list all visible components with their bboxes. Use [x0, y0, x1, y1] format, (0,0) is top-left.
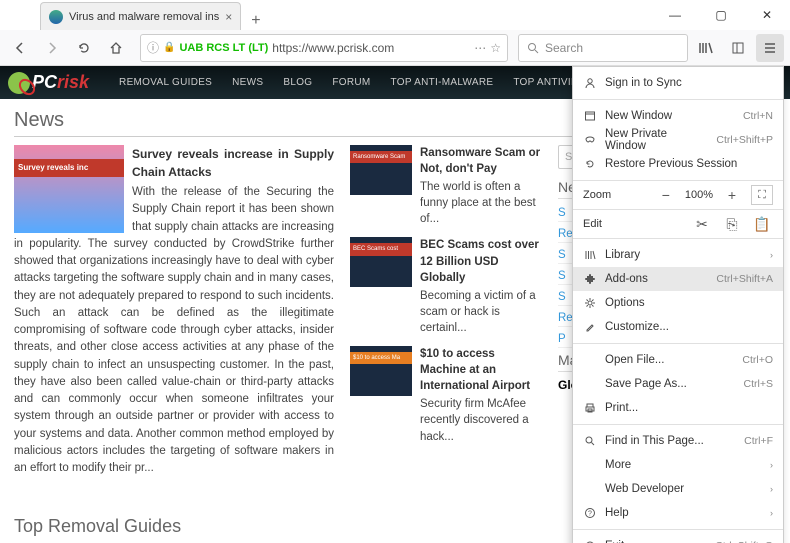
menu-new-window[interactable]: New Window Ctrl+N [573, 104, 783, 128]
info-icon[interactable]: ⓘ [147, 39, 159, 56]
nav-forum[interactable]: FORUM [322, 77, 380, 88]
paste-button[interactable]: 📋 [751, 214, 773, 234]
menu-exit[interactable]: Exit Ctrl+Shift+Q [573, 534, 783, 543]
nav-anti-malware[interactable]: TOP ANTI-MALWARE [381, 77, 504, 88]
library-button[interactable] [692, 34, 720, 62]
restore-icon [583, 157, 597, 171]
menu-options[interactable]: Options [573, 291, 783, 315]
menu-more[interactable]: More › [573, 453, 783, 477]
menu-print[interactable]: Print... [573, 396, 783, 420]
side-title[interactable]: Ransomware Scam or Not, don't Pay [420, 145, 542, 177]
main-article: Survey reveals inc Survey reveals increa… [14, 145, 334, 477]
browser-toolbar: ⓘ 🔒 UAB RCS LT (LT) https://www.pcrisk.c… [0, 30, 790, 66]
side-thumb[interactable]: Ransomware Scam [350, 145, 412, 195]
url-text: https://www.pcrisk.com [272, 41, 470, 55]
side-articles: Ransomware Scam Ransomware Scam or Not, … [350, 145, 542, 477]
logo-icon [8, 72, 30, 94]
menu-save-page[interactable]: Save Page As... Ctrl+S [573, 372, 783, 396]
url-bar[interactable]: ⓘ 🔒 UAB RCS LT (LT) https://www.pcrisk.c… [140, 34, 508, 62]
search-bar[interactable]: Search [518, 34, 688, 62]
tab-close-icon[interactable]: × [225, 10, 232, 24]
browser-tab[interactable]: Virus and malware removal ins × [40, 2, 241, 30]
window-controls: — ▢ ✕ [652, 0, 790, 30]
chevron-right-icon: › [770, 508, 773, 518]
user-icon [583, 76, 597, 90]
zoom-in-button[interactable]: + [721, 185, 743, 205]
copy-button[interactable]: ⎘ [721, 214, 743, 234]
zoom-out-button[interactable]: − [655, 185, 677, 205]
menu-button[interactable] [756, 34, 784, 62]
help-icon: ? [583, 506, 597, 520]
nav-blog[interactable]: BLOG [273, 77, 322, 88]
menu-zoom: Zoom − 100% + ⛶ [573, 181, 783, 209]
reader-icon[interactable]: ⋯ [474, 41, 486, 55]
gear-icon [583, 296, 597, 310]
zoom-value: 100% [685, 189, 713, 201]
menu-sign-in[interactable]: Sign in to Sync [573, 71, 783, 95]
menu-restore-session[interactable]: Restore Previous Session [573, 152, 783, 176]
url-identity: UAB RCS LT (LT) [179, 42, 268, 54]
cut-button[interactable]: ✂ [691, 214, 713, 234]
forward-button[interactable] [38, 34, 66, 62]
top-guides-heading: Top Removal Guides [14, 516, 181, 537]
close-button[interactable]: ✕ [744, 0, 790, 30]
side-title[interactable]: $10 to access Machine at an Internationa… [420, 346, 542, 394]
side-article: $10 to access Ma $10 to access Machine a… [350, 346, 542, 445]
sidebar-button[interactable] [724, 34, 752, 62]
minimize-button[interactable]: — [652, 0, 698, 30]
back-button[interactable] [6, 34, 34, 62]
window-titlebar: Virus and malware removal ins × + — ▢ ✕ [0, 0, 790, 30]
nav-news[interactable]: NEWS [222, 77, 273, 88]
search-icon [583, 434, 597, 448]
chevron-right-icon: › [770, 484, 773, 494]
maximize-button[interactable]: ▢ [698, 0, 744, 30]
library-icon [583, 248, 597, 262]
search-placeholder: Search [545, 41, 583, 55]
page-content: PCrisk REMOVAL GUIDES NEWS BLOG FORUM TO… [0, 66, 790, 543]
menu-open-file[interactable]: Open File... Ctrl+O [573, 348, 783, 372]
chevron-right-icon: › [770, 250, 773, 260]
chevron-right-icon: › [770, 460, 773, 470]
mask-icon [583, 133, 597, 147]
nav-removal-guides[interactable]: REMOVAL GUIDES [109, 77, 222, 88]
menu-help[interactable]: ? Help › [573, 501, 783, 525]
bookmark-star-icon[interactable]: ☆ [490, 41, 501, 55]
menu-edit: Edit ✂ ⎘ 📋 [573, 210, 783, 238]
tab-title: Virus and malware removal ins [69, 11, 219, 23]
firefox-menu: Sign in to Sync New Window Ctrl+N New Pr… [572, 66, 784, 543]
window-icon [583, 109, 597, 123]
side-article: BEC Scams cost BEC Scams cost over 12 Bi… [350, 237, 542, 336]
exit-icon [583, 539, 597, 543]
menu-library[interactable]: Library › [573, 243, 783, 267]
side-thumb[interactable]: $10 to access Ma [350, 346, 412, 396]
site-logo[interactable]: PCrisk [8, 72, 89, 94]
home-button[interactable] [102, 34, 130, 62]
search-icon [527, 42, 539, 54]
lock-icon: 🔒 [163, 42, 175, 53]
menu-customize[interactable]: Customize... [573, 315, 783, 339]
menu-new-private-window[interactable]: New Private Window Ctrl+Shift+P [573, 128, 783, 152]
menu-web-developer[interactable]: Web Developer › [573, 477, 783, 501]
fullscreen-button[interactable]: ⛶ [751, 185, 773, 205]
svg-text:?: ? [588, 511, 592, 518]
new-tab-button[interactable]: + [241, 12, 270, 30]
print-icon [583, 401, 597, 415]
main-article-thumb[interactable]: Survey reveals inc [14, 145, 124, 233]
puzzle-icon [583, 272, 597, 286]
reload-button[interactable] [70, 34, 98, 62]
menu-addons[interactable]: Add-ons Ctrl+Shift+A [573, 267, 783, 291]
side-article: Ransomware Scam Ransomware Scam or Not, … [350, 145, 542, 227]
paint-icon [583, 320, 597, 334]
side-thumb[interactable]: BEC Scams cost [350, 237, 412, 287]
menu-find[interactable]: Find in This Page... Ctrl+F [573, 429, 783, 453]
side-title[interactable]: BEC Scams cost over 12 Billion USD Globa… [420, 237, 542, 285]
tab-favicon [49, 10, 63, 24]
